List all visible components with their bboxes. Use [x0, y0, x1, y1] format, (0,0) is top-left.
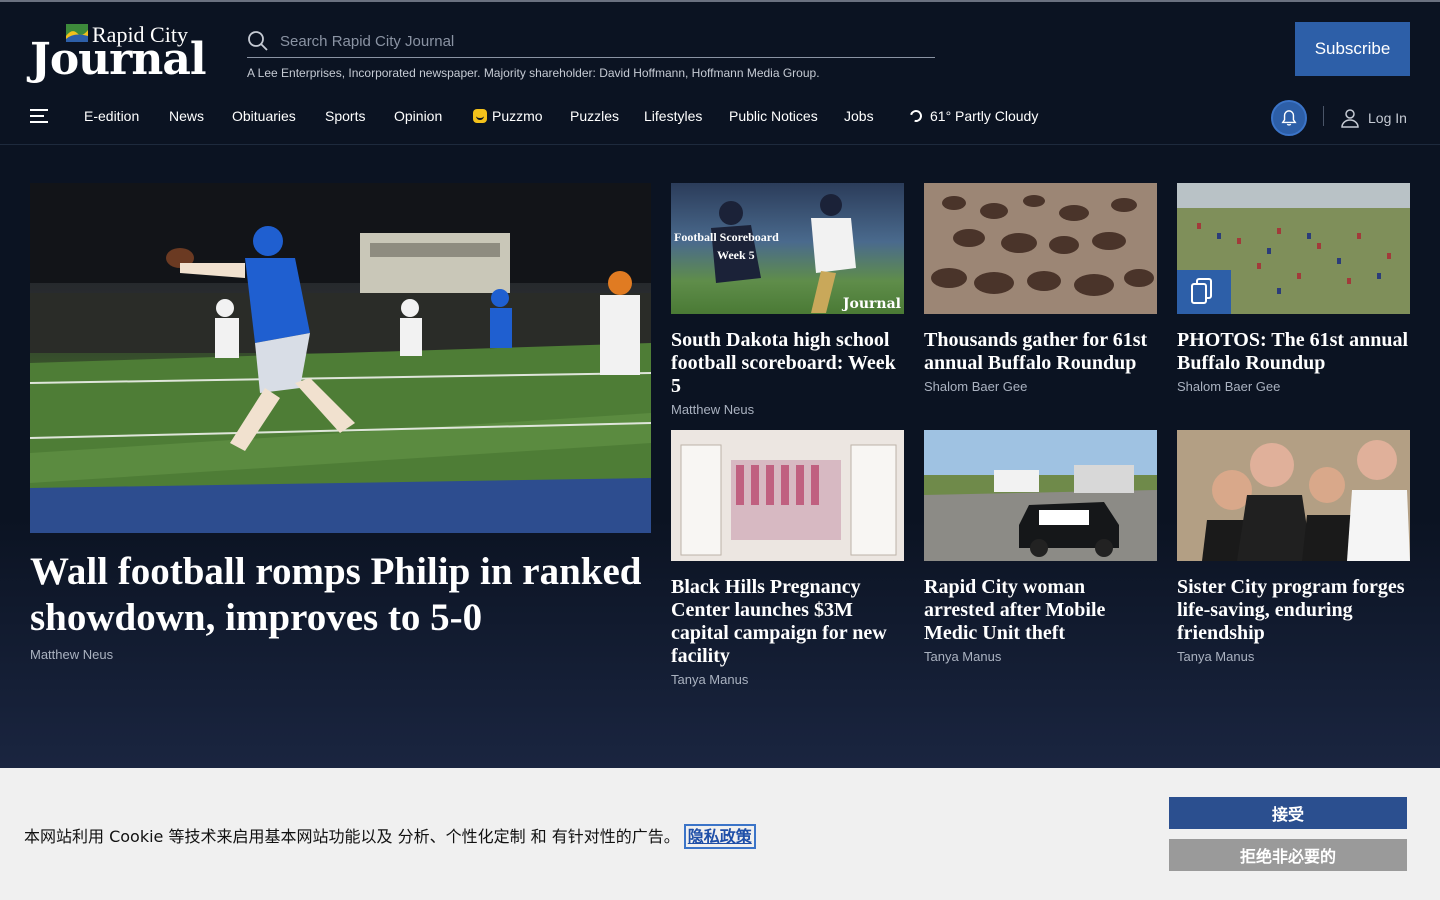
- story-thumbnail[interactable]: [924, 430, 1157, 561]
- login-link[interactable]: Log In: [1340, 108, 1407, 128]
- search-icon[interactable]: [247, 30, 269, 52]
- story-author[interactable]: Tanya Manus: [924, 649, 1157, 664]
- story-headline[interactable]: Sister City program forges life-saving, …: [1177, 576, 1410, 645]
- reject-nonessential-button[interactable]: 拒绝非必要的: [1169, 839, 1407, 871]
- buffalo-herd-photo: [924, 183, 1157, 314]
- gallery-icon: [1191, 278, 1212, 304]
- nav-item-sports[interactable]: Sports: [325, 108, 365, 124]
- notifications-button[interactable]: [1271, 100, 1307, 136]
- bell-icon: [1281, 110, 1297, 126]
- search-input[interactable]: [280, 30, 920, 52]
- thumbnail-overlay-week: Week 5: [717, 248, 755, 262]
- police-car-photo: [924, 430, 1157, 561]
- story-thumbnail[interactable]: [1177, 430, 1410, 561]
- story-card: Football Scoreboard Week 5 Journal South…: [671, 183, 904, 417]
- main-nav: E-edition News Obituaries Sports Opinion…: [0, 98, 1440, 138]
- story-card: Thousands gather for 61st annual Buffalo…: [924, 183, 1157, 394]
- story-headline[interactable]: South Dakota high school football scoreb…: [671, 329, 904, 398]
- story-thumbnail[interactable]: [671, 430, 904, 561]
- subscribe-button[interactable]: Subscribe: [1295, 22, 1410, 76]
- story-author[interactable]: Shalom Baer Gee: [1177, 379, 1410, 394]
- people-photo: [1177, 430, 1410, 561]
- nav-item-jobs[interactable]: Jobs: [844, 108, 874, 124]
- ownership-tagline: A Lee Enterprises, Incorporated newspape…: [247, 66, 820, 80]
- cookie-banner: 本网站利用 Cookie 等技术来启用基本网站功能以及 分析、个性化定制 和 有…: [0, 768, 1440, 900]
- nav-item-public-notices[interactable]: Public Notices: [729, 108, 818, 124]
- story-card: PHOTOS: The 61st annual Buffalo Roundup …: [1177, 183, 1410, 394]
- hero-headline[interactable]: Wall football romps Philip in ranked sho…: [30, 549, 651, 641]
- hero-photo-football-player: [30, 183, 651, 533]
- logo-journal-text: Journal: [30, 34, 207, 85]
- story-author[interactable]: Tanya Manus: [1177, 649, 1410, 664]
- weather-text: 61° Partly Cloudy: [930, 108, 1039, 124]
- story-headline[interactable]: PHOTOS: The 61st annual Buffalo Roundup: [1177, 329, 1410, 375]
- story-headline[interactable]: Black Hills Pregnancy Center launches $3…: [671, 576, 904, 668]
- nav-item-puzzles[interactable]: Puzzles: [570, 108, 619, 124]
- football-scoreboard-graphic: [711, 194, 856, 313]
- puzzmo-icon: [473, 109, 487, 123]
- story-thumbnail[interactable]: [1177, 183, 1410, 314]
- nav-item-news[interactable]: News: [169, 108, 204, 124]
- nav-item-obituaries[interactable]: Obituaries: [232, 108, 296, 124]
- gallery-badge: [1177, 270, 1231, 314]
- story-author[interactable]: Tanya Manus: [671, 672, 904, 687]
- story-headline[interactable]: Rapid City woman arrested after Mobile M…: [924, 576, 1157, 645]
- story-card: Sister City program forges life-saving, …: [1177, 430, 1410, 664]
- nav-item-lifestyles[interactable]: Lifestyles: [644, 108, 702, 124]
- pregnancy-center-photo: [671, 430, 904, 561]
- nav-item-puzzmo[interactable]: Puzzmo: [473, 108, 543, 124]
- nav-item-puzzmo-label: Puzzmo: [492, 108, 543, 124]
- cookie-message: 本网站利用 Cookie 等技术来启用基本网站功能以及 分析、个性化定制 和 有…: [24, 823, 756, 849]
- thumbnail-overlay-brand: Journal: [842, 296, 901, 312]
- login-label: Log In: [1368, 110, 1407, 126]
- story-thumbnail[interactable]: [924, 183, 1157, 314]
- site-logo[interactable]: Rapid City Journal: [30, 22, 220, 85]
- story-card: Rapid City woman arrested after Mobile M…: [924, 430, 1157, 664]
- story-card: Black Hills Pregnancy Center launches $3…: [671, 430, 904, 687]
- site-header: Rapid City Journal A Lee Enterprises, In…: [0, 2, 1440, 145]
- hero-author[interactable]: Matthew Neus: [30, 647, 113, 662]
- story-author[interactable]: Shalom Baer Gee: [924, 379, 1157, 394]
- hero-image[interactable]: [30, 183, 651, 533]
- story-thumbnail[interactable]: Football Scoreboard Week 5 Journal: [671, 183, 904, 314]
- weather-widget[interactable]: 61° Partly Cloudy: [907, 107, 1039, 125]
- hamburger-menu-icon[interactable]: [30, 106, 50, 124]
- search-bar: [247, 28, 935, 58]
- nav-item-opinion[interactable]: Opinion: [394, 108, 442, 124]
- accept-cookies-button[interactable]: 接受: [1169, 797, 1407, 829]
- nav-item-e-edition[interactable]: E-edition: [84, 108, 139, 124]
- thumbnail-overlay-title: Football Scoreboard: [674, 230, 779, 244]
- nav-divider: [1323, 106, 1324, 126]
- cookie-message-text: 本网站利用 Cookie 等技术来启用基本网站功能以及 分析、个性化定制 和 有…: [24, 827, 680, 846]
- moon-icon: [907, 107, 925, 125]
- story-headline[interactable]: Thousands gather for 61st annual Buffalo…: [924, 329, 1157, 375]
- privacy-policy-link[interactable]: 隐私政策: [683, 824, 756, 849]
- user-icon: [1341, 109, 1359, 128]
- story-author[interactable]: Matthew Neus: [671, 402, 904, 417]
- main-content: Wall football romps Philip in ranked sho…: [0, 145, 1440, 768]
